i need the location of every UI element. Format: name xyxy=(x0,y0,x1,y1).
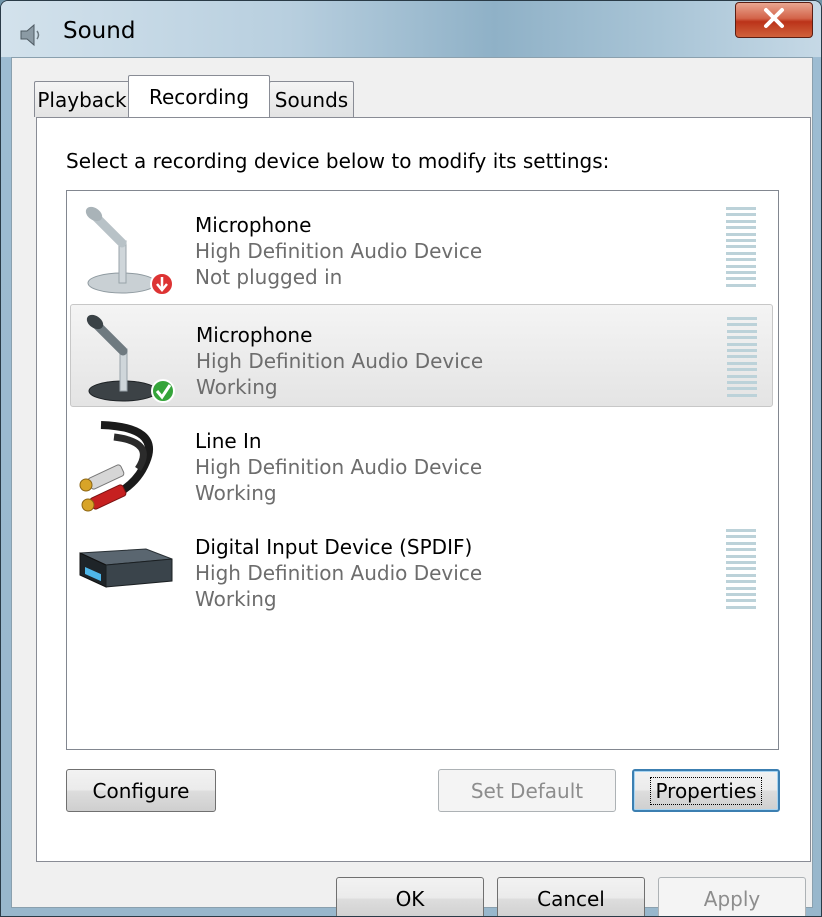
device-name: Microphone xyxy=(195,213,312,237)
window-title: Sound xyxy=(63,18,136,44)
ok-button-label: OK xyxy=(395,886,425,911)
device-status: Working xyxy=(195,587,277,611)
tab-recording-label: Recording xyxy=(148,84,250,109)
device-status: Working xyxy=(196,375,278,399)
recording-tab-panel: Select a recording device below to modif… xyxy=(36,117,811,862)
set-default-button-label: Set Default xyxy=(470,778,584,803)
tab-playback-label: Playback xyxy=(37,87,127,112)
configure-button-label: Configure xyxy=(92,778,190,803)
tab-recording[interactable]: Recording xyxy=(128,75,270,117)
speaker-icon xyxy=(17,21,45,49)
level-meter xyxy=(726,207,756,287)
device-name: Digital Input Device (SPDIF) xyxy=(195,535,473,559)
cancel-button-label: Cancel xyxy=(537,886,605,911)
set-default-button[interactable]: Set Default xyxy=(438,769,616,812)
device-driver: High Definition Audio Device xyxy=(196,349,484,373)
device-driver: High Definition Audio Device xyxy=(195,561,483,585)
close-icon xyxy=(762,7,786,33)
device-item-selected[interactable]: Microphone High Definition Audio Device … xyxy=(70,304,773,407)
device-driver: High Definition Audio Device xyxy=(195,455,483,479)
spdif-receiver-icon xyxy=(76,523,176,618)
close-button[interactable] xyxy=(735,2,813,38)
device-driver: High Definition Audio Device xyxy=(195,239,483,263)
device-item[interactable]: Microphone High Definition Audio Device … xyxy=(70,195,773,298)
rca-cable-icon xyxy=(76,417,176,512)
apply-button[interactable]: Apply xyxy=(658,877,806,916)
device-item[interactable]: Line In High Definition Audio Device Wor… xyxy=(70,411,773,514)
device-item[interactable]: Digital Input Device (SPDIF) High Defini… xyxy=(70,517,773,620)
microphone-icon xyxy=(77,311,177,406)
device-name: Line In xyxy=(195,429,262,453)
title-bar[interactable]: Sound xyxy=(1,1,821,57)
device-status: Not plugged in xyxy=(195,265,343,289)
device-status: Working xyxy=(195,481,277,505)
dialog-client-area: Playback Recording Sounds Select a recor… xyxy=(11,57,813,916)
tab-sounds-label: Sounds xyxy=(274,87,349,112)
ok-button[interactable]: OK xyxy=(336,877,484,916)
tab-sounds[interactable]: Sounds xyxy=(269,81,354,117)
tab-playback[interactable]: Playback xyxy=(34,81,130,117)
apply-button-label: Apply xyxy=(703,886,761,911)
properties-button-label: Properties xyxy=(650,776,762,805)
cancel-button[interactable]: Cancel xyxy=(497,877,645,916)
device-name: Microphone xyxy=(196,323,313,347)
level-meter xyxy=(726,529,756,609)
sound-dialog: Sound Playback Recording Sounds Select a… xyxy=(0,0,822,917)
microphone-icon xyxy=(76,201,176,296)
instruction-text: Select a recording device below to modif… xyxy=(66,149,610,173)
properties-button[interactable]: Properties xyxy=(632,769,780,812)
recording-device-list[interactable]: Microphone High Definition Audio Device … xyxy=(66,190,779,750)
level-meter xyxy=(727,317,757,397)
configure-button[interactable]: Configure xyxy=(66,769,216,812)
